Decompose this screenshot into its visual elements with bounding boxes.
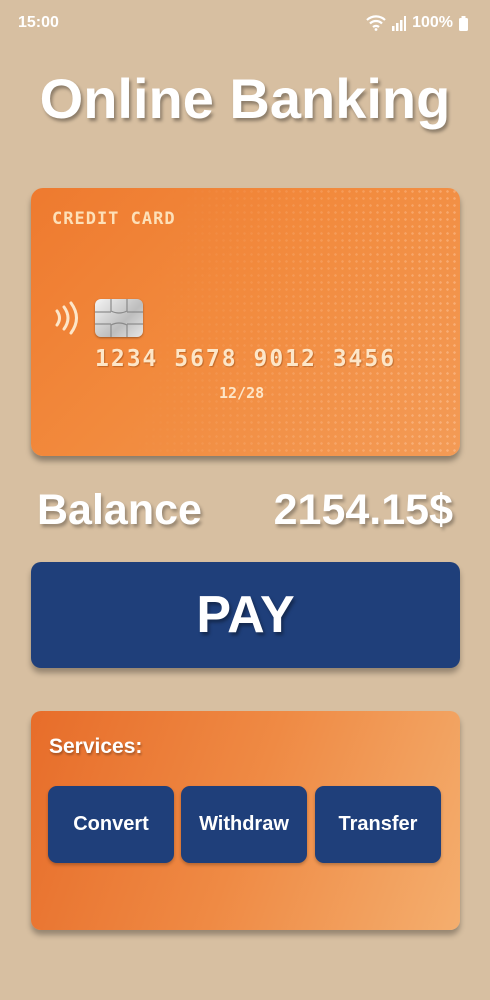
pay-button[interactable]: PAY (31, 562, 460, 668)
battery-icon (459, 15, 468, 31)
signal-icon (392, 15, 407, 31)
balance-label: Balance (37, 486, 202, 534)
battery-percent: 100% (412, 14, 453, 31)
credit-card[interactable]: CREDIT CARD 1234 5678 9012 3456 12/28 (31, 188, 460, 456)
status-time: 15:00 (18, 14, 59, 31)
convert-button[interactable]: Convert (48, 786, 174, 863)
withdraw-button[interactable]: Withdraw (181, 786, 307, 863)
balance-value: 2154.15$ (273, 486, 453, 534)
page-title: Online Banking (39, 67, 451, 130)
services-title: Services: (49, 735, 143, 758)
status-icons: 100% (366, 14, 468, 32)
card-expiry: 12/28 (219, 384, 265, 402)
chip-icon (95, 299, 143, 337)
status-bar: 15:00 100% (0, 0, 490, 46)
wifi-icon (366, 15, 386, 31)
services-panel: Services: Convert Withdraw Transfer (31, 711, 460, 930)
contactless-icon (55, 301, 78, 335)
transfer-button[interactable]: Transfer (315, 786, 441, 863)
card-label: CREDIT CARD (52, 209, 176, 229)
card-number: 1234 5678 9012 3456 (95, 346, 397, 372)
